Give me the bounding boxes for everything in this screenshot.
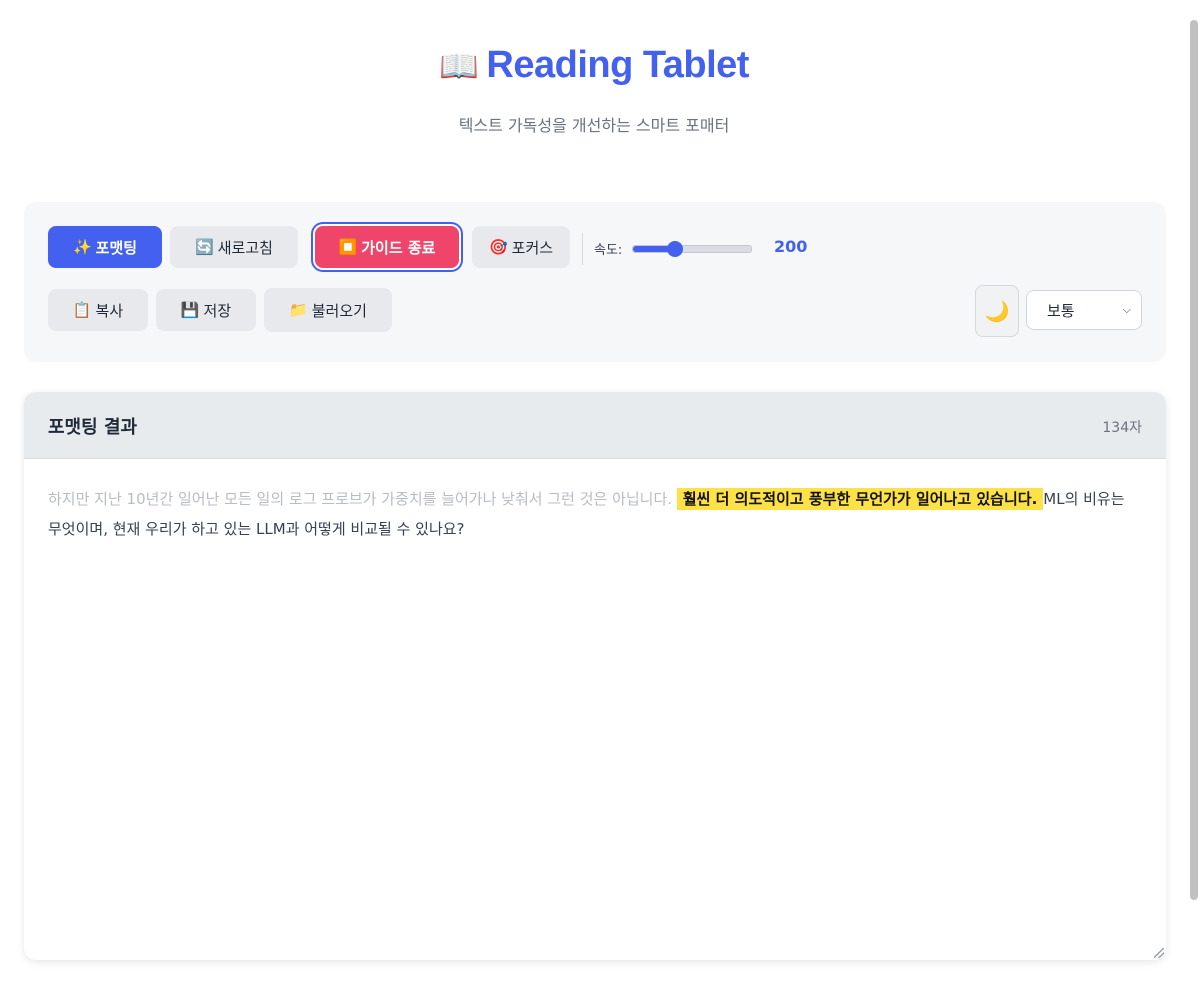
refresh-icon: 🔄 (195, 238, 214, 256)
focus-button-label: 포커스 (511, 238, 554, 257)
speed-slider[interactable] (632, 241, 752, 257)
load-button[interactable]: 📁 불러오기 (264, 288, 392, 332)
result-panel-header: 포맷팅 결과 134자 (24, 392, 1166, 459)
target-icon: 🎯 (488, 238, 508, 256)
result-text-read: 하지만 지난 10년간 일어난 모든 일의 로그 프로브가 가중치를 늘어가나 … (48, 490, 673, 508)
app-title-text: Reading Tablet (486, 44, 749, 86)
format-button-label: 포맷팅 (95, 238, 138, 257)
result-text[interactable]: 하지만 지난 10년간 일어난 모든 일의 로그 프로브가 가중치를 늘어가나 … (48, 484, 1138, 544)
dark-mode-toggle[interactable]: 🌙 (975, 285, 1019, 337)
result-panel: 포맷팅 결과 134자 하지만 지난 10년간 일어난 모든 일의 로그 프로브… (24, 392, 1166, 960)
refresh-button-label: 새로고침 (217, 238, 273, 257)
stop-icon: ⏹️ (338, 238, 358, 256)
copy-button[interactable]: 📋 복사 (48, 289, 148, 331)
speed-value: 200 (774, 237, 808, 256)
copy-button-label: 복사 (95, 301, 124, 320)
floppy-disk-icon: 💾 (180, 301, 200, 319)
app-subtitle: 텍스트 가독성을 개선하는 스마트 포매터 (458, 116, 730, 135)
sparkles-icon: ✨ (72, 238, 92, 256)
refresh-button[interactable]: 🔄 새로고침 (170, 226, 298, 268)
resize-handle[interactable] (1154, 948, 1164, 958)
result-title: 포맷팅 결과 (48, 417, 138, 438)
speed-slider-thumb[interactable] (667, 241, 684, 257)
format-button[interactable]: ✨ 포맷팅 (48, 226, 162, 268)
toolbar-divider (582, 233, 583, 265)
app-title: 📖 Reading Tablet (0, 44, 1188, 87)
open-book-icon: 📖 (439, 48, 479, 84)
save-button-label: 저장 (203, 301, 232, 320)
toolbar: ✨ 포맷팅 🔄 새로고침 ⏹️ 가이드 종료 🎯 포커스 속도: 200 📋 복… (24, 202, 1166, 362)
end-guide-button[interactable]: ⏹️ 가이드 종료 (315, 226, 459, 268)
load-button-label: 불러오기 (311, 301, 367, 320)
moon-icon: 🌙 (984, 299, 1010, 323)
clipboard-icon: 📋 (72, 301, 92, 319)
speed-label: 속도: (594, 243, 623, 258)
page-scrollbar-thumb[interactable] (1190, 20, 1198, 900)
focus-button[interactable]: 🎯 포커스 (472, 226, 570, 268)
char-count: 134자 (1102, 420, 1142, 436)
text-size-selected: 보통 (1047, 301, 1075, 320)
text-size-select[interactable]: 보통 ⌵ (1026, 290, 1142, 330)
chevron-down-icon: ⌵ (1122, 303, 1131, 316)
end-guide-button-label: 가이드 종료 (361, 238, 436, 257)
result-text-current: 훨씬 더 의도적이고 풍부한 무언가가 일어나고 있습니다. (676, 488, 1044, 510)
page-scrollbar[interactable] (1188, 0, 1200, 996)
save-button[interactable]: 💾 저장 (156, 289, 256, 331)
folder-icon: 📁 (289, 301, 308, 319)
